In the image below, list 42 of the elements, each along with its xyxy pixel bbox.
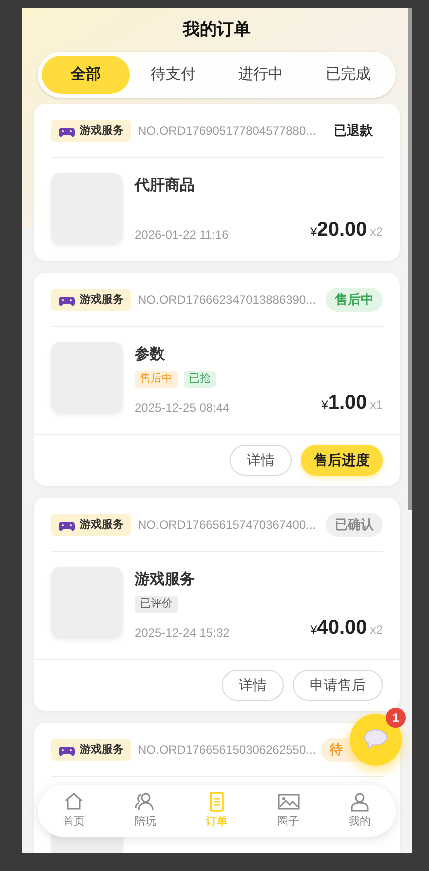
product-name: 参数 bbox=[135, 345, 166, 365]
quantity: x1 bbox=[370, 397, 383, 414]
notification-badge: 1 bbox=[386, 708, 406, 728]
category-tag: 游戏服务 bbox=[51, 120, 131, 142]
outline-button[interactable]: 详情 bbox=[222, 670, 284, 701]
product-name: 游戏服务 bbox=[135, 570, 196, 590]
price: ¥40.00 bbox=[310, 616, 368, 641]
page-title: 我的订单 bbox=[183, 19, 251, 42]
tab[interactable]: 已完成 bbox=[304, 56, 392, 94]
quantity: x2 bbox=[370, 622, 383, 639]
status-tag: 已评价 bbox=[135, 596, 178, 613]
tab[interactable]: 进行中 bbox=[217, 56, 304, 94]
outline-button[interactable]: 申请售后 bbox=[293, 670, 383, 701]
status-label: 已确认 bbox=[326, 513, 383, 537]
nav-item[interactable]: 首页 bbox=[50, 791, 98, 831]
nav-item[interactable]: 我的 bbox=[336, 791, 384, 831]
order-date: 2025-12-25 08:44 bbox=[135, 400, 230, 417]
order-number: NO.ORD176656150306262550... bbox=[138, 742, 314, 759]
category-tag: 游戏服务 bbox=[51, 289, 131, 311]
status-tag: 已抢 bbox=[184, 371, 216, 388]
tab[interactable]: 全部 bbox=[42, 56, 130, 94]
nav-item[interactable]: 陪玩 bbox=[121, 791, 170, 831]
category-tag: 游戏服务 bbox=[51, 739, 131, 761]
status-label: 售后中 bbox=[326, 288, 383, 312]
person-icon bbox=[349, 791, 372, 814]
speech-bubble-icon bbox=[363, 729, 389, 751]
nav-item[interactable]: 圈子 bbox=[264, 791, 313, 831]
product-name: 代肝商品 bbox=[135, 176, 196, 196]
order-number: NO.ORD176656157470367400... bbox=[138, 517, 318, 534]
price: ¥20.00 bbox=[310, 218, 368, 243]
status-tag: 售后中 bbox=[135, 371, 178, 388]
tab[interactable]: 待支付 bbox=[130, 56, 217, 94]
outline-button[interactable]: 详情 bbox=[230, 445, 292, 476]
order-date: 2025-12-24 15:32 bbox=[135, 625, 230, 642]
order-date: 2026-01-22 11:16 bbox=[135, 227, 229, 244]
order-number: NO.ORD176905177804577880... bbox=[138, 123, 317, 140]
price: ¥1.00 bbox=[322, 391, 368, 416]
category-tag: 游戏服务 bbox=[51, 514, 131, 536]
quantity: x2 bbox=[370, 224, 383, 241]
status-label: 已退款 bbox=[333, 122, 374, 140]
order-number: NO.ORD176662347013886390... bbox=[138, 292, 318, 309]
primary-button[interactable]: 售后进度 bbox=[301, 445, 383, 476]
